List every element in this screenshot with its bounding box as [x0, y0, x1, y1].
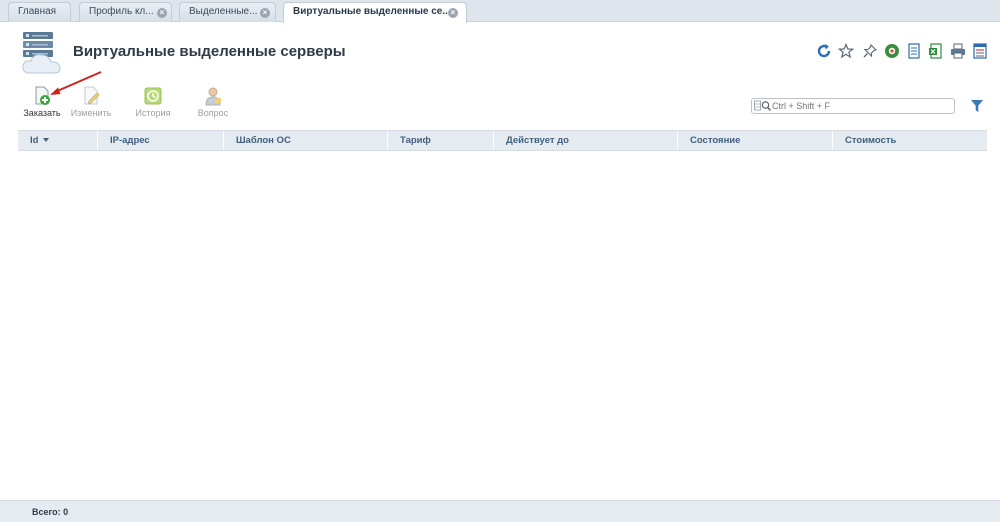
page-title: Виртуальные выделенные серверы	[73, 43, 346, 60]
tab-home[interactable]: Главная	[8, 2, 71, 22]
tab-client-profile[interactable]: Профиль кл... ×	[79, 2, 172, 22]
pin-icon[interactable]	[862, 43, 878, 59]
column-header-ip[interactable]: IP-адрес	[97, 131, 223, 150]
search-icon	[754, 100, 772, 111]
quick-search-box[interactable]	[751, 98, 955, 114]
print-icon[interactable]	[950, 43, 966, 59]
close-tab-icon[interactable]: ×	[157, 8, 167, 18]
tab-label: Главная	[18, 6, 57, 17]
vps-server-cloud-icon	[22, 32, 61, 74]
refresh-icon[interactable]	[816, 43, 832, 59]
edit-button-label: Изменить	[70, 108, 112, 118]
column-header-cost[interactable]: Стоимость	[832, 131, 987, 150]
search-input[interactable]	[772, 99, 952, 113]
tab-label: Выделенные...	[189, 6, 258, 17]
history-button-label: История	[135, 108, 171, 118]
column-header-os-template[interactable]: Шаблон ОС	[223, 131, 387, 150]
header-actions	[816, 43, 992, 61]
colored-circle-icon[interactable]	[884, 43, 900, 59]
question-button-label: Вопрос	[197, 108, 229, 118]
tab-bar: Главная Профиль кл... × Выделенные... × …	[0, 0, 1000, 23]
table-header: Id IP-адрес Шаблон ОС Тариф Действует до…	[18, 130, 987, 151]
sort-desc-icon	[43, 138, 50, 143]
document-icon[interactable]	[906, 43, 922, 59]
table-footer: Всего: 0	[0, 500, 1000, 522]
tab-vps[interactable]: Виртуальные выделенные се... ×	[283, 2, 467, 23]
close-tab-icon[interactable]: ×	[260, 8, 270, 18]
tab-label: Профиль кл...	[89, 6, 154, 17]
question-button[interactable]: Вопрос	[187, 86, 239, 120]
tab-label: Виртуальные выделенные се...	[293, 6, 451, 17]
favorite-star-icon[interactable]	[838, 43, 854, 59]
column-header-id[interactable]: Id	[18, 131, 97, 150]
column-header-valid-until[interactable]: Действует до	[493, 131, 677, 150]
history-button[interactable]: История	[127, 86, 179, 120]
support-user-icon	[205, 87, 221, 106]
column-header-tariff[interactable]: Тариф	[387, 131, 493, 150]
column-header-status[interactable]: Состояние	[677, 131, 832, 150]
filter-icon[interactable]	[970, 99, 984, 113]
close-tab-icon[interactable]: ×	[448, 8, 458, 18]
tab-dedicated-servers[interactable]: Выделенные... ×	[179, 2, 276, 22]
total-count: Всего: 0	[32, 507, 69, 517]
annotation-arrow	[50, 71, 102, 95]
excel-export-icon[interactable]	[928, 43, 944, 59]
history-icon	[144, 87, 162, 105]
order-button-label: Заказать	[23, 108, 61, 118]
settings-list-icon[interactable]	[972, 43, 988, 59]
